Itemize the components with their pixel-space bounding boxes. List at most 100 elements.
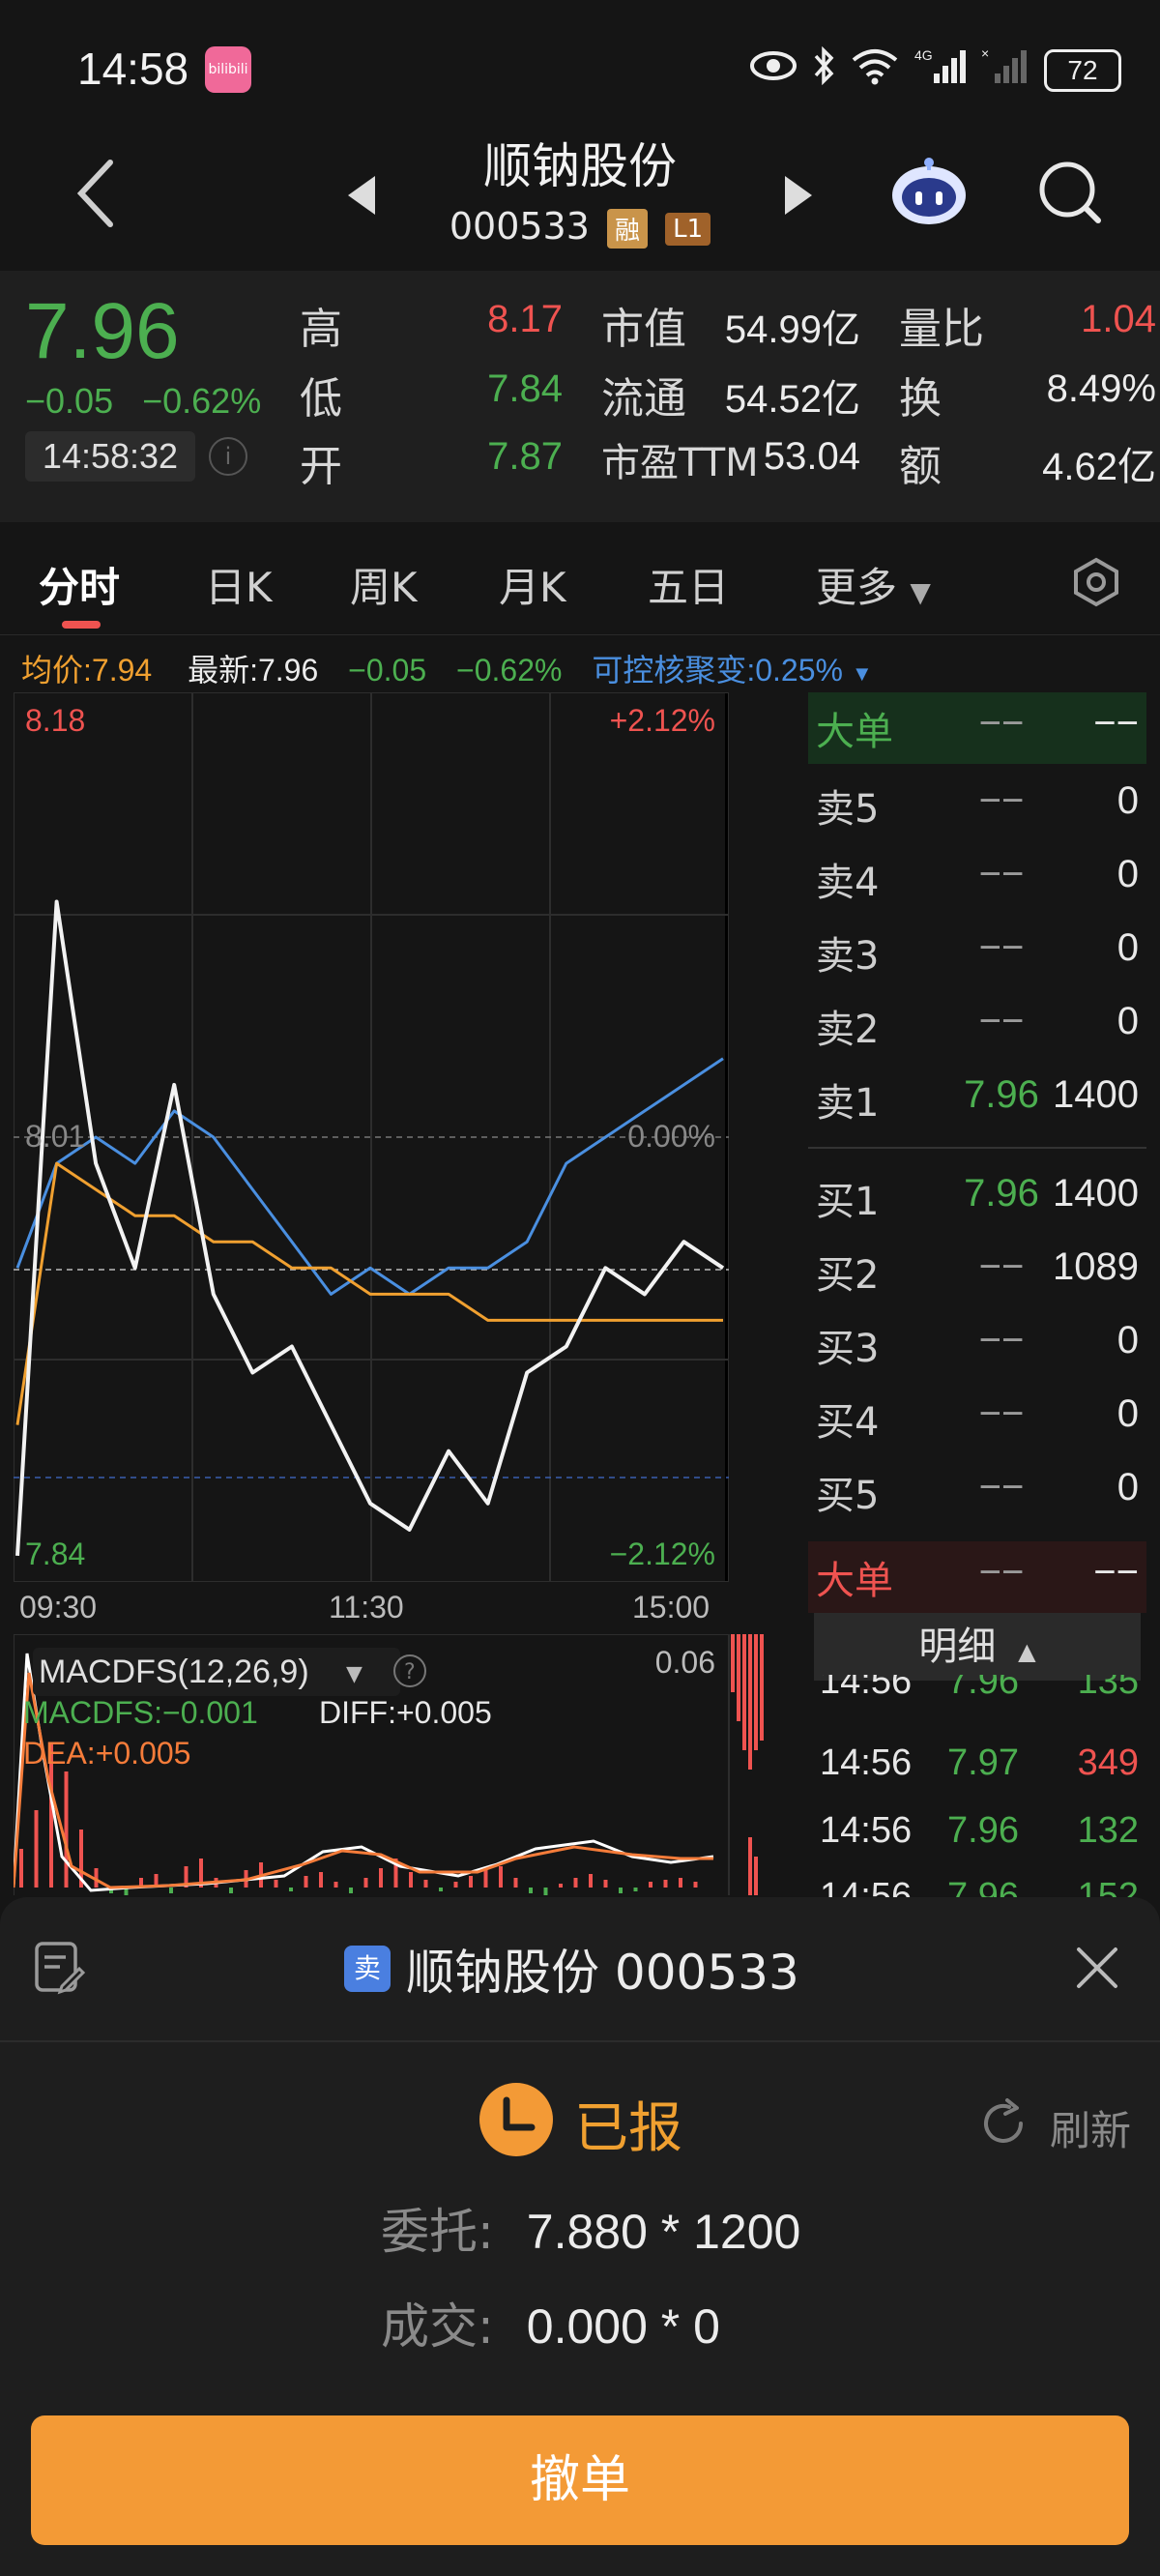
chart-info-line: 均价:7.94 最新:7.96 −0.05 −0.62% 可控核聚变:0.25%… xyxy=(21,646,873,690)
tab-more[interactable]: 更多 ▼ xyxy=(816,555,931,614)
ask-row[interactable]: 卖3 −− 0 xyxy=(808,917,1146,988)
macd-bar xyxy=(663,1880,668,1888)
chart-bottom-price: 7.84 xyxy=(25,1537,85,1571)
entrust-label: 委托: xyxy=(381,2204,494,2260)
amount-value: 4.62亿 xyxy=(1042,446,1156,488)
macd-bar xyxy=(379,1868,383,1888)
bid-row[interactable]: 买5 −− 0 xyxy=(808,1456,1146,1528)
chart-mid-price: 8.01 xyxy=(25,1119,85,1154)
info-change-pct: −0.62% xyxy=(456,653,563,688)
macd-bar xyxy=(274,1880,278,1888)
tick-price: 7.96 xyxy=(947,1876,1019,1897)
ask-row[interactable]: 卖5 −− 0 xyxy=(808,770,1146,841)
macd-bar xyxy=(619,1888,623,1893)
time-axis-start: 09:30 xyxy=(19,1590,98,1625)
bid-row[interactable]: 买4 −− 0 xyxy=(808,1383,1146,1454)
tab-weekly-k[interactable]: 周K xyxy=(350,555,418,614)
caret-down-icon[interactable]: ▼ xyxy=(852,661,873,686)
deal-value: 0.000 * 0 xyxy=(526,2299,720,2354)
intraday-chart[interactable]: 8.18 +2.12% 8.01 0.00% 7.84 −2.12% xyxy=(14,692,729,1582)
refresh-icon[interactable] xyxy=(978,2098,1029,2149)
macd-title[interactable]: MACDFS(12,26,9) xyxy=(39,1654,309,1690)
big-buy-row: 大单 −− −− xyxy=(808,1541,1146,1613)
tick-price: 7.97 xyxy=(947,1742,1019,1783)
ask-row[interactable]: 卖4 −− 0 xyxy=(808,843,1146,915)
level1-tag: L1 xyxy=(665,212,711,246)
macd-bar xyxy=(679,1878,682,1888)
bid-vol: 1089 xyxy=(1053,1245,1139,1288)
signal-4g-icon: 4G xyxy=(914,46,967,94)
deal-label: 成交: xyxy=(381,2298,494,2355)
order-note-icon[interactable] xyxy=(33,1940,86,1996)
system-status-icons: 4G × 72 xyxy=(740,45,1121,94)
info-icon[interactable]: i xyxy=(209,437,247,476)
next-stock-arrow[interactable] xyxy=(785,176,812,215)
ai-assistant-robot-icon[interactable] xyxy=(889,155,969,228)
refresh-button[interactable]: 刷新 xyxy=(1050,2098,1131,2157)
vol-ratio-value: 1.04 xyxy=(1081,298,1156,340)
ask-price: −− xyxy=(978,853,1025,895)
back-button[interactable] xyxy=(68,155,126,232)
macd-bar xyxy=(363,1878,368,1888)
turnover-value: 8.49% xyxy=(1046,367,1156,410)
tick-vol: 349 xyxy=(1077,1742,1139,1783)
bid-vol: 1400 xyxy=(1053,1172,1139,1215)
macd-bar xyxy=(304,1876,308,1888)
eye-icon xyxy=(749,49,798,91)
battery-icon: 72 xyxy=(1044,48,1121,92)
macd-bar xyxy=(409,1872,413,1888)
macd-bar xyxy=(589,1874,593,1888)
tab-intraday[interactable]: 分时 xyxy=(39,555,120,614)
mktcap-label: 市值 xyxy=(601,305,686,354)
big-sell-row: 大单 −− −− xyxy=(808,692,1146,764)
wifi-icon xyxy=(850,46,900,94)
macd-bar xyxy=(633,1888,638,1891)
macd-bar xyxy=(289,1888,293,1891)
cancel-order-button[interactable]: 撤单 xyxy=(31,2415,1129,2545)
detail-tab[interactable]: 明细 ▲ xyxy=(814,1613,1141,1681)
float-label: 流通 xyxy=(601,374,686,424)
bid-row[interactable]: 买2 −− 1089 xyxy=(808,1236,1146,1307)
ask-price: −− xyxy=(978,1000,1025,1042)
price-change-row: −0.05 −0.62% xyxy=(25,381,261,422)
bid-row[interactable]: 买3 −− 0 xyxy=(808,1309,1146,1381)
ask-label: 卖3 xyxy=(816,934,880,979)
svg-text:4G: 4G xyxy=(914,47,933,63)
caret-down-icon[interactable]: ▼ xyxy=(346,1662,362,1686)
macd-bar xyxy=(64,1771,69,1888)
sell-side-badge: 卖 xyxy=(344,1946,391,1992)
macd-bar xyxy=(19,1849,23,1888)
chart-tab-bar xyxy=(0,542,1160,635)
macd-bar xyxy=(169,1888,173,1893)
macd-bar xyxy=(469,1876,473,1888)
time-axis-mid: 11:30 xyxy=(329,1590,404,1625)
clock-icon xyxy=(478,2081,555,2158)
open-value: 7.87 xyxy=(487,435,563,478)
macd-bar xyxy=(499,1866,503,1888)
ask-vol: 0 xyxy=(1116,779,1139,822)
tick-row: 14:56 7.96 152 xyxy=(820,1876,1139,1897)
bid-row[interactable]: 买1 7.96 1400 xyxy=(808,1162,1146,1234)
tick-vol: 152 xyxy=(1077,1876,1139,1897)
macd-chart[interactable]: MACDFS(12,26,9) ▼ ? 0.06 MACDFS:−0.001 D… xyxy=(14,1634,768,1895)
prev-stock-arrow[interactable] xyxy=(348,176,375,215)
ask-row[interactable]: 卖1 7.96 1400 xyxy=(808,1064,1146,1135)
ask-vol: 1400 xyxy=(1053,1073,1139,1116)
settings-hexagon-icon[interactable] xyxy=(1071,557,1121,607)
close-icon[interactable] xyxy=(1073,1944,1121,1992)
tab-five-day[interactable]: 五日 xyxy=(648,555,729,614)
signal-no-service-icon: × xyxy=(981,45,1028,94)
bid-label: 买2 xyxy=(816,1253,880,1298)
ask-label: 卖5 xyxy=(816,787,880,832)
entrust-value: 7.880 * 1200 xyxy=(526,2205,801,2259)
high-value: 8.17 xyxy=(487,298,563,340)
svg-text:×: × xyxy=(981,46,989,61)
tab-monthly-k[interactable]: 月K xyxy=(499,555,566,614)
big-sell-label: 大单 xyxy=(816,710,893,754)
concept-index-text[interactable]: 可控核聚变:0.25% xyxy=(592,653,843,688)
big-buy-price: −− xyxy=(978,1551,1025,1594)
search-icon[interactable] xyxy=(1036,159,1104,226)
tick-time: 14:56 xyxy=(820,1675,913,1702)
tab-daily-k[interactable]: 日K xyxy=(205,555,273,614)
ask-row[interactable]: 卖2 −− 0 xyxy=(808,990,1146,1062)
